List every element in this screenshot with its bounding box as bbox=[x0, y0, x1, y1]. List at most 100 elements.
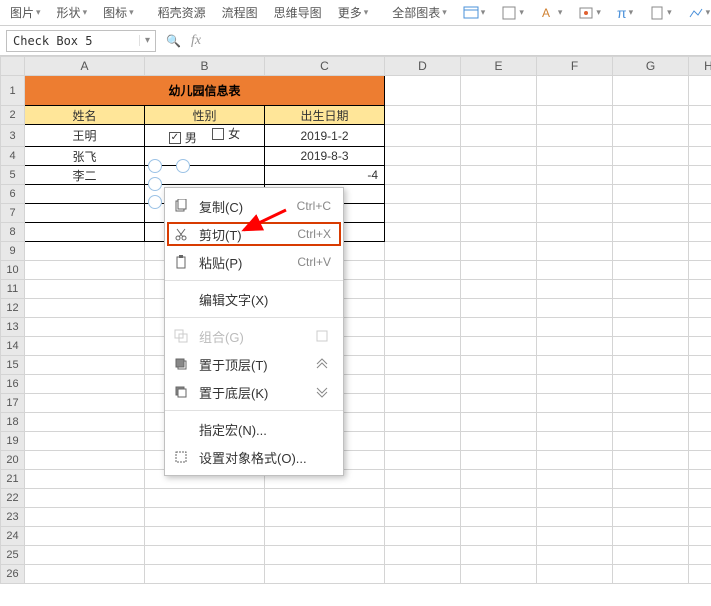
row-header[interactable]: 25 bbox=[1, 546, 25, 565]
cell-gender[interactable]: ✓男 女 bbox=[145, 125, 265, 147]
row-4: 4 张飞 2019-8-3 bbox=[1, 147, 711, 166]
row-header[interactable]: 5 bbox=[1, 166, 25, 185]
ribbon-allcharts[interactable]: 全部图表▾ bbox=[386, 4, 453, 21]
name-box[interactable]: Check Box 5 ▾ bbox=[6, 30, 156, 52]
ctx-format[interactable]: 设置对象格式(O)... bbox=[165, 443, 343, 471]
row-header[interactable]: 17 bbox=[1, 394, 25, 413]
ctx-bring-front[interactable]: 置于顶层(T) bbox=[165, 350, 343, 378]
fx-label[interactable]: fx bbox=[191, 33, 201, 49]
selection-handle[interactable] bbox=[148, 159, 162, 173]
row-header[interactable]: 14 bbox=[1, 337, 25, 356]
ribbon-icon[interactable]: 图标▾ bbox=[97, 4, 140, 21]
zoom-icon[interactable]: 🔍 bbox=[166, 34, 181, 48]
cell-name[interactable]: 王明 bbox=[25, 125, 145, 147]
col-header[interactable]: D bbox=[385, 57, 461, 76]
row-header[interactable]: 13 bbox=[1, 318, 25, 337]
submenu-icon bbox=[315, 329, 331, 343]
ribbon-icon-b[interactable]: ▾ bbox=[495, 5, 530, 21]
header-dob[interactable]: 出生日期 bbox=[265, 106, 385, 125]
row-header[interactable]: 26 bbox=[1, 565, 25, 584]
ctx-macro[interactable]: 指定宏(N)... bbox=[165, 415, 343, 443]
row-16: 16 bbox=[1, 375, 711, 394]
cell-gender[interactable] bbox=[145, 147, 265, 166]
send-back-icon bbox=[173, 384, 189, 400]
ribbon-mind[interactable]: 思维导图 bbox=[268, 4, 328, 21]
ctx-copy-shortcut: Ctrl+C bbox=[297, 199, 331, 213]
row-header[interactable]: 18 bbox=[1, 413, 25, 432]
context-menu: 复制(C) Ctrl+C 剪切(T) Ctrl+X 粘贴(P) Ctrl+V 编… bbox=[164, 187, 344, 476]
submenu-icon bbox=[315, 385, 331, 399]
scissors-icon bbox=[173, 226, 189, 242]
row-header[interactable]: 22 bbox=[1, 489, 25, 508]
checkbox-female[interactable]: 女 bbox=[212, 125, 240, 142]
row-header[interactable]: 15 bbox=[1, 356, 25, 375]
name-box-dropdown[interactable]: ▾ bbox=[139, 35, 155, 46]
ribbon-icon-f[interactable]: ▾ bbox=[643, 5, 678, 21]
row-header[interactable]: 6 bbox=[1, 185, 25, 204]
col-header[interactable]: F bbox=[537, 57, 613, 76]
sheet-title[interactable]: 幼儿园信息表 bbox=[25, 76, 385, 106]
selection-handle[interactable] bbox=[176, 159, 190, 173]
checkbox-female-label: 女 bbox=[228, 125, 240, 142]
row-header[interactable]: 20 bbox=[1, 451, 25, 470]
cell-dob[interactable]: -4 bbox=[265, 166, 385, 185]
row-header[interactable]: 2 bbox=[1, 106, 25, 125]
ribbon-shape[interactable]: 形状▾ bbox=[51, 4, 94, 21]
cell-gender[interactable] bbox=[145, 166, 265, 185]
row-header[interactable]: 12 bbox=[1, 299, 25, 318]
row-header[interactable]: 7 bbox=[1, 204, 25, 223]
select-all-corner[interactable] bbox=[1, 57, 25, 76]
row-header[interactable]: 11 bbox=[1, 280, 25, 299]
row-header[interactable]: 19 bbox=[1, 432, 25, 451]
ribbon-more[interactable]: 更多▾ bbox=[332, 4, 375, 21]
row-header[interactable]: 9 bbox=[1, 242, 25, 261]
row-header[interactable]: 24 bbox=[1, 527, 25, 546]
cell-dob[interactable]: 2019-1-2 bbox=[265, 125, 385, 147]
col-header[interactable]: B bbox=[145, 57, 265, 76]
cell-dob[interactable]: 2019-8-3 bbox=[265, 147, 385, 166]
ctx-copy[interactable]: 复制(C) Ctrl+C bbox=[165, 192, 343, 220]
selection-handle[interactable] bbox=[148, 195, 162, 209]
row-header[interactable]: 21 bbox=[1, 470, 25, 489]
group-icon bbox=[173, 328, 189, 344]
row-header[interactable]: 10 bbox=[1, 261, 25, 280]
col-header[interactable]: C bbox=[265, 57, 385, 76]
header-gender[interactable]: 性别 bbox=[145, 106, 265, 125]
col-header[interactable]: E bbox=[461, 57, 537, 76]
ctx-paste[interactable]: 粘贴(P) Ctrl+V bbox=[165, 248, 343, 276]
row-14: 14 bbox=[1, 337, 711, 356]
row-header[interactable]: 16 bbox=[1, 375, 25, 394]
row-5: 5 李二 -4 bbox=[1, 166, 711, 185]
ribbon-icon-d[interactable]: ▾ bbox=[572, 5, 607, 21]
col-header[interactable]: G bbox=[613, 57, 689, 76]
ctx-separator bbox=[165, 317, 343, 318]
ctx-edit-text-label: 编辑文字(X) bbox=[199, 290, 331, 309]
ribbon-pic[interactable]: 图片▾ bbox=[4, 4, 47, 21]
row-1: 1 幼儿园信息表 bbox=[1, 76, 711, 106]
cell-name[interactable]: 李二 bbox=[25, 166, 145, 185]
col-header[interactable]: A bbox=[25, 57, 145, 76]
row-header[interactable]: 4 bbox=[1, 147, 25, 166]
row-24: 24 bbox=[1, 527, 711, 546]
ribbon-icon-g[interactable]: ▾ bbox=[682, 5, 711, 21]
row-header[interactable]: 23 bbox=[1, 508, 25, 527]
ribbon-icon-e[interactable]: π▾ bbox=[611, 5, 639, 21]
checkbox-male[interactable]: ✓男 bbox=[169, 129, 197, 146]
ctx-edit-text[interactable]: 编辑文字(X) bbox=[165, 285, 343, 313]
ctx-send-back[interactable]: 置于底层(K) bbox=[165, 378, 343, 406]
ribbon-doker[interactable]: 稻壳资源 bbox=[152, 4, 212, 21]
ribbon-icon-a[interactable]: ▾ bbox=[457, 5, 492, 21]
row-header[interactable]: 8 bbox=[1, 223, 25, 242]
col-header[interactable]: H bbox=[689, 57, 711, 76]
cell-name[interactable]: 张飞 bbox=[25, 147, 145, 166]
ribbon-flow[interactable]: 流程图 bbox=[216, 4, 264, 21]
header-name[interactable]: 姓名 bbox=[25, 106, 145, 125]
ctx-cut[interactable]: 剪切(T) Ctrl+X bbox=[165, 220, 343, 248]
ctx-front-label: 置于顶层(T) bbox=[199, 355, 305, 374]
row-header[interactable]: 3 bbox=[1, 125, 25, 147]
row-header[interactable]: 1 bbox=[1, 76, 25, 106]
ribbon-icon-c[interactable]: A▾ bbox=[534, 5, 569, 21]
selection-handle[interactable] bbox=[148, 177, 162, 191]
spreadsheet[interactable]: A B C D E F G H 1 幼儿园信息表 2 姓名 性别 出生日期 3 … bbox=[0, 56, 711, 606]
row-19: 19 bbox=[1, 432, 711, 451]
